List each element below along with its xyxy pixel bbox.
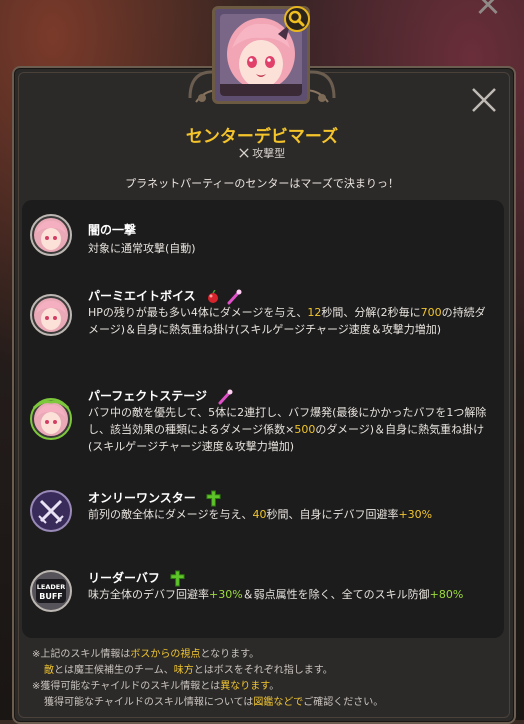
character-portrait-icon	[30, 294, 72, 336]
skill-description: HPの残りが最も多い4体にダメージを与え、12秒間、分解(2秒毎に700の持続ダ…	[88, 306, 486, 336]
note-line: 獲得可能なチャイルドのスキル情報については図鑑などでご確認ください。	[44, 697, 384, 708]
skill-row: LEADER BUFF リーダーバフ 味方全体のデバフ回避率+30%＆弱点属性を…	[22, 560, 504, 624]
skill-row: オンリーワンスター 前列の敵全体にダメージを与え、40秒間、自身にデバフ回避率+…	[22, 480, 504, 548]
skill-description: 味方全体のデバフ回避率+30%＆弱点属性を除く、全てのスキル防御+80%	[88, 588, 464, 601]
red-orb-icon	[207, 289, 218, 303]
note-line: ※上記のスキル情報はボスからの視点となります。	[32, 649, 260, 660]
skill-name: 闇の一撃	[88, 223, 137, 237]
leader-buff-icon: LEADER BUFF	[30, 570, 72, 612]
skill-row: 闇の一撃 対象に通常攻撃(自動)	[22, 210, 504, 262]
note-line: 敵とは魔王候補生のチーム、味方とはボスをそれぞれ指します。	[44, 665, 333, 676]
note-line: ※獲得可能なチャイルドのスキル情報とは異なります。	[32, 681, 280, 692]
pink-wand-icon	[218, 389, 233, 404]
svg-text:BUFF: BUFF	[39, 592, 63, 601]
skill-list: 闇の一撃 対象に通常攻撃(自動) パーミエイトボイス HPの残りが最も多い4体に…	[22, 200, 504, 638]
character-portrait-icon	[30, 214, 72, 256]
background-close-glyph: ×	[473, 0, 503, 24]
skill-name: パーフェクトステージ	[88, 387, 233, 405]
character-description: プラネットパーティーのセンターはマーズで決まりっ！	[125, 177, 399, 190]
close-icon	[472, 88, 496, 112]
skill-name: オンリーワンスター	[88, 489, 221, 507]
magnifier-icon	[288, 10, 305, 27]
skill-name: パーミエイトボイス	[88, 287, 242, 305]
crossed-swords-skill-icon	[30, 490, 72, 532]
svg-text:LEADER: LEADER	[37, 583, 65, 591]
skill-description: バフ中の敵を優先して、5体に2連打し、バフ爆発(最後にかかったバフを1つ解除し、…	[88, 406, 487, 453]
green-cross-icon	[206, 490, 221, 507]
type-label: 攻撃型	[252, 147, 286, 160]
close-button[interactable]	[468, 84, 500, 116]
skill-row: パーミエイトボイス HPの残りが最も多い4体にダメージを与え、12秒間、分解(2…	[22, 276, 504, 366]
crossed-swords-icon	[239, 148, 249, 158]
pink-wand-icon	[227, 289, 242, 304]
search-button[interactable]	[284, 6, 310, 32]
skill-row: パーフェクトステージ バフ中の敵を優先して、5体に2連打し、バフ爆発(最後にかか…	[22, 376, 504, 476]
green-cross-icon	[170, 570, 185, 587]
character-name: センターデビマーズ	[185, 127, 339, 147]
skill-description: 前列の敵全体にダメージを与え、40秒間、自身にデバフ回避率+30%	[88, 508, 433, 521]
character-portrait-wreath-icon	[30, 398, 72, 440]
character-type: 攻撃型	[0, 145, 524, 161]
notes: ※上記のスキル情報はボスからの視点となります。 敵とは魔王候補生のチーム、味方と…	[32, 647, 502, 711]
crossed-swords-icon	[38, 499, 64, 524]
skill-name: リーダーバフ	[88, 569, 185, 587]
skill-description: 対象に通常攻撃(自動)	[88, 242, 196, 255]
